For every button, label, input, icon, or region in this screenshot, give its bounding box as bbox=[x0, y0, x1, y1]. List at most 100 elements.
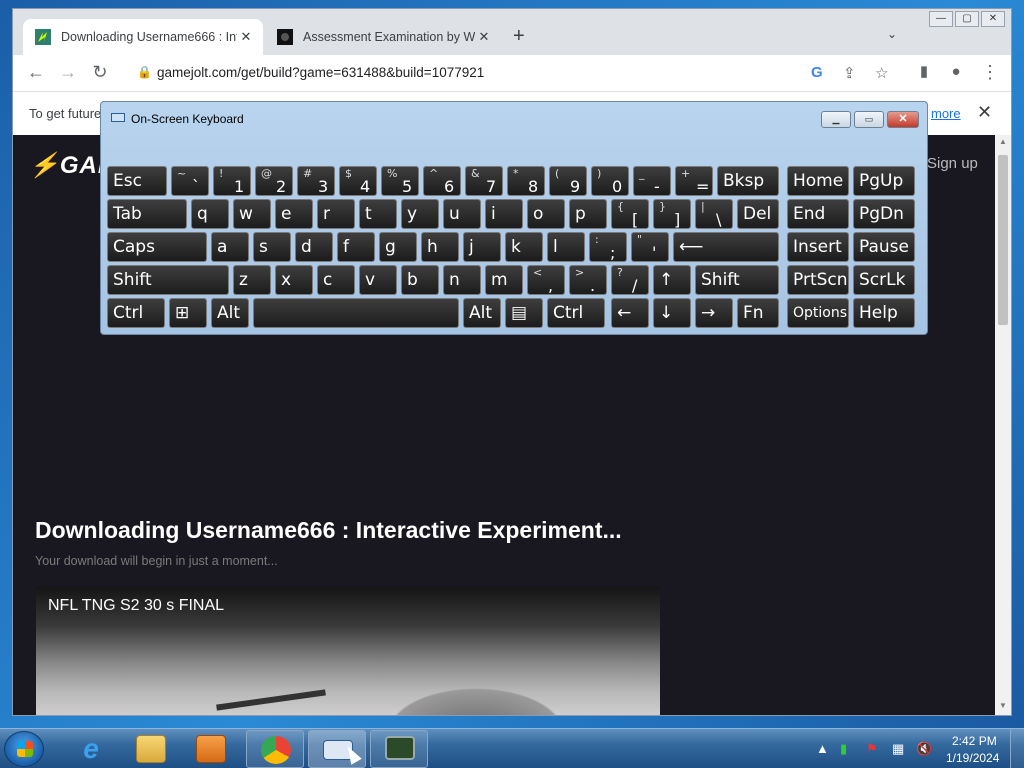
key-0-3[interactable]: @2 bbox=[255, 166, 293, 196]
key-1-5[interactable]: t bbox=[359, 199, 397, 229]
key-1-11[interactable]: {[ bbox=[611, 199, 649, 229]
internet-explorer-taskbar-button[interactable]: e bbox=[62, 730, 120, 768]
key-2-11[interactable]: " ' bbox=[631, 232, 669, 262]
tab-downloading[interactable]: Downloading Username666 : Inte ✕ bbox=[23, 19, 263, 55]
key-1-13[interactable]: | \ bbox=[695, 199, 733, 229]
close-tab-icon[interactable]: ✕ bbox=[475, 29, 493, 45]
close-infobar-icon[interactable]: ✕ bbox=[977, 102, 992, 123]
key-4-12[interactable]: Help bbox=[853, 298, 915, 328]
key-2-10[interactable]: :; bbox=[589, 232, 627, 262]
video-player[interactable]: NFL TNG S2 30 s FINAL bbox=[36, 587, 660, 715]
key-2-0[interactable]: Caps bbox=[107, 232, 207, 262]
key-4-7[interactable]: ← bbox=[611, 298, 649, 328]
key-3-12[interactable]: Shift bbox=[695, 265, 779, 295]
key-1-8[interactable]: i bbox=[485, 199, 523, 229]
key-4-6[interactable]: Ctrl bbox=[547, 298, 605, 328]
key-3-4[interactable]: v bbox=[359, 265, 397, 295]
key-0-8[interactable]: & 7 bbox=[465, 166, 503, 196]
key-2-4[interactable]: f bbox=[337, 232, 375, 262]
key-0-2[interactable]: ! 1 bbox=[213, 166, 251, 196]
key-1-7[interactable]: u bbox=[443, 199, 481, 229]
key-2-14[interactable]: Pause bbox=[853, 232, 915, 262]
scroll-up-icon[interactable]: ▲ bbox=[999, 137, 1007, 146]
hardware-icon[interactable]: ▮ bbox=[840, 741, 847, 757]
osk-titlebar[interactable]: On-Screen Keyboard ▁ ▭ ✕ bbox=[101, 102, 927, 132]
key-0-0[interactable]: Esc bbox=[107, 166, 167, 196]
key-3-0[interactable]: Shift bbox=[107, 265, 229, 295]
key-3-5[interactable]: b bbox=[401, 265, 439, 295]
bookmark-star-icon[interactable]: ☆ bbox=[875, 64, 888, 82]
forward-arrow-icon[interactable]: → bbox=[57, 63, 79, 81]
key-1-16[interactable]: PgDn bbox=[853, 199, 915, 229]
key-1-4[interactable]: r bbox=[317, 199, 355, 229]
back-arrow-icon[interactable]: ← bbox=[25, 63, 47, 81]
address-bar[interactable]: 🔒 gamejolt.com/get/build?game=631488&bui… bbox=[129, 59, 899, 87]
key-3-10[interactable]: ? / bbox=[611, 265, 649, 295]
network-icon[interactable]: ▦ bbox=[892, 741, 904, 757]
key-0-6[interactable]: % 5 bbox=[381, 166, 419, 196]
key-2-3[interactable]: d bbox=[295, 232, 333, 262]
key-3-1[interactable]: z bbox=[233, 265, 271, 295]
osk-close-button[interactable]: ✕ bbox=[887, 111, 919, 128]
start-button[interactable] bbox=[4, 731, 44, 767]
tab-assessment[interactable]: Assessment Examination by Wer ✕ bbox=[265, 19, 501, 55]
key-4-2[interactable]: Alt bbox=[211, 298, 249, 328]
osk-maximize-button[interactable]: ▭ bbox=[854, 111, 884, 128]
key-3-13[interactable]: PrtScn bbox=[787, 265, 849, 295]
key-3-6[interactable]: n bbox=[443, 265, 481, 295]
clock-time[interactable]: 2:42 PM bbox=[952, 734, 997, 748]
key-1-6[interactable]: y bbox=[401, 199, 439, 229]
url-text[interactable]: gamejolt.com/get/build?game=631488&build… bbox=[157, 65, 484, 80]
key-4-1[interactable]: ⊞ bbox=[169, 298, 207, 328]
key-1-15[interactable]: End bbox=[787, 199, 849, 229]
key-3-7[interactable]: m bbox=[485, 265, 523, 295]
reload-icon[interactable]: ↻ bbox=[89, 63, 111, 81]
on-screen-keyboard-taskbar-button[interactable] bbox=[308, 730, 366, 768]
key-0-5[interactable]: $4 bbox=[339, 166, 377, 196]
file-explorer-taskbar-button[interactable] bbox=[122, 730, 180, 768]
key-2-8[interactable]: k bbox=[505, 232, 543, 262]
key-4-3[interactable] bbox=[253, 298, 459, 328]
key-4-8[interactable]: ↓ bbox=[653, 298, 691, 328]
profile-icon[interactable]: ● bbox=[945, 63, 967, 81]
key-4-0[interactable]: Ctrl bbox=[107, 298, 165, 328]
key-0-9[interactable]: * 8 bbox=[507, 166, 545, 196]
key-2-1[interactable]: a bbox=[211, 232, 249, 262]
key-3-8[interactable]: <, bbox=[527, 265, 565, 295]
key-0-14[interactable]: Bksp bbox=[717, 166, 779, 196]
show-hidden-icons[interactable]: ▲ bbox=[816, 741, 829, 756]
key-0-7[interactable]: ^ 6 bbox=[423, 166, 461, 196]
volume-muted-icon[interactable]: 🔇 bbox=[916, 741, 932, 757]
key-0-4[interactable]: #3 bbox=[297, 166, 335, 196]
share-icon[interactable]: ⇪ bbox=[843, 64, 856, 82]
key-1-10[interactable]: p bbox=[569, 199, 607, 229]
key-0-11[interactable]: ) 0 bbox=[591, 166, 629, 196]
key-2-13[interactable]: Insert bbox=[787, 232, 849, 262]
maximize-button[interactable]: ▢ bbox=[955, 11, 979, 27]
key-2-12[interactable]: ⟵ bbox=[673, 232, 779, 262]
key-2-2[interactable]: s bbox=[253, 232, 291, 262]
key-4-9[interactable]: → bbox=[695, 298, 733, 328]
chrome-taskbar-button[interactable] bbox=[246, 730, 304, 768]
key-0-16[interactable]: PgUp bbox=[853, 166, 915, 196]
key-0-1[interactable]: ~ ` bbox=[171, 166, 209, 196]
vertical-scrollbar[interactable]: ▲ ▼ bbox=[995, 135, 1011, 715]
key-3-11[interactable]: ↑ bbox=[653, 265, 691, 295]
key-3-14[interactable]: ScrLk bbox=[853, 265, 915, 295]
signup-link[interactable]: Sign up bbox=[927, 155, 978, 172]
task-manager-taskbar-button[interactable] bbox=[370, 730, 428, 768]
key-3-2[interactable]: x bbox=[275, 265, 313, 295]
key-4-4[interactable]: Alt bbox=[463, 298, 501, 328]
key-2-9[interactable]: l bbox=[547, 232, 585, 262]
key-2-5[interactable]: g bbox=[379, 232, 417, 262]
media-player-taskbar-button[interactable] bbox=[182, 730, 240, 768]
close-tab-icon[interactable]: ✕ bbox=[237, 29, 255, 45]
show-desktop-button[interactable] bbox=[1010, 729, 1024, 768]
clock-date[interactable]: 1/19/2024 bbox=[946, 751, 999, 765]
key-1-9[interactable]: o bbox=[527, 199, 565, 229]
key-4-10[interactable]: Fn bbox=[737, 298, 779, 328]
key-1-2[interactable]: w bbox=[233, 199, 271, 229]
key-0-15[interactable]: Home bbox=[787, 166, 849, 196]
key-0-12[interactable]: _ - bbox=[633, 166, 671, 196]
key-2-7[interactable]: j bbox=[463, 232, 501, 262]
